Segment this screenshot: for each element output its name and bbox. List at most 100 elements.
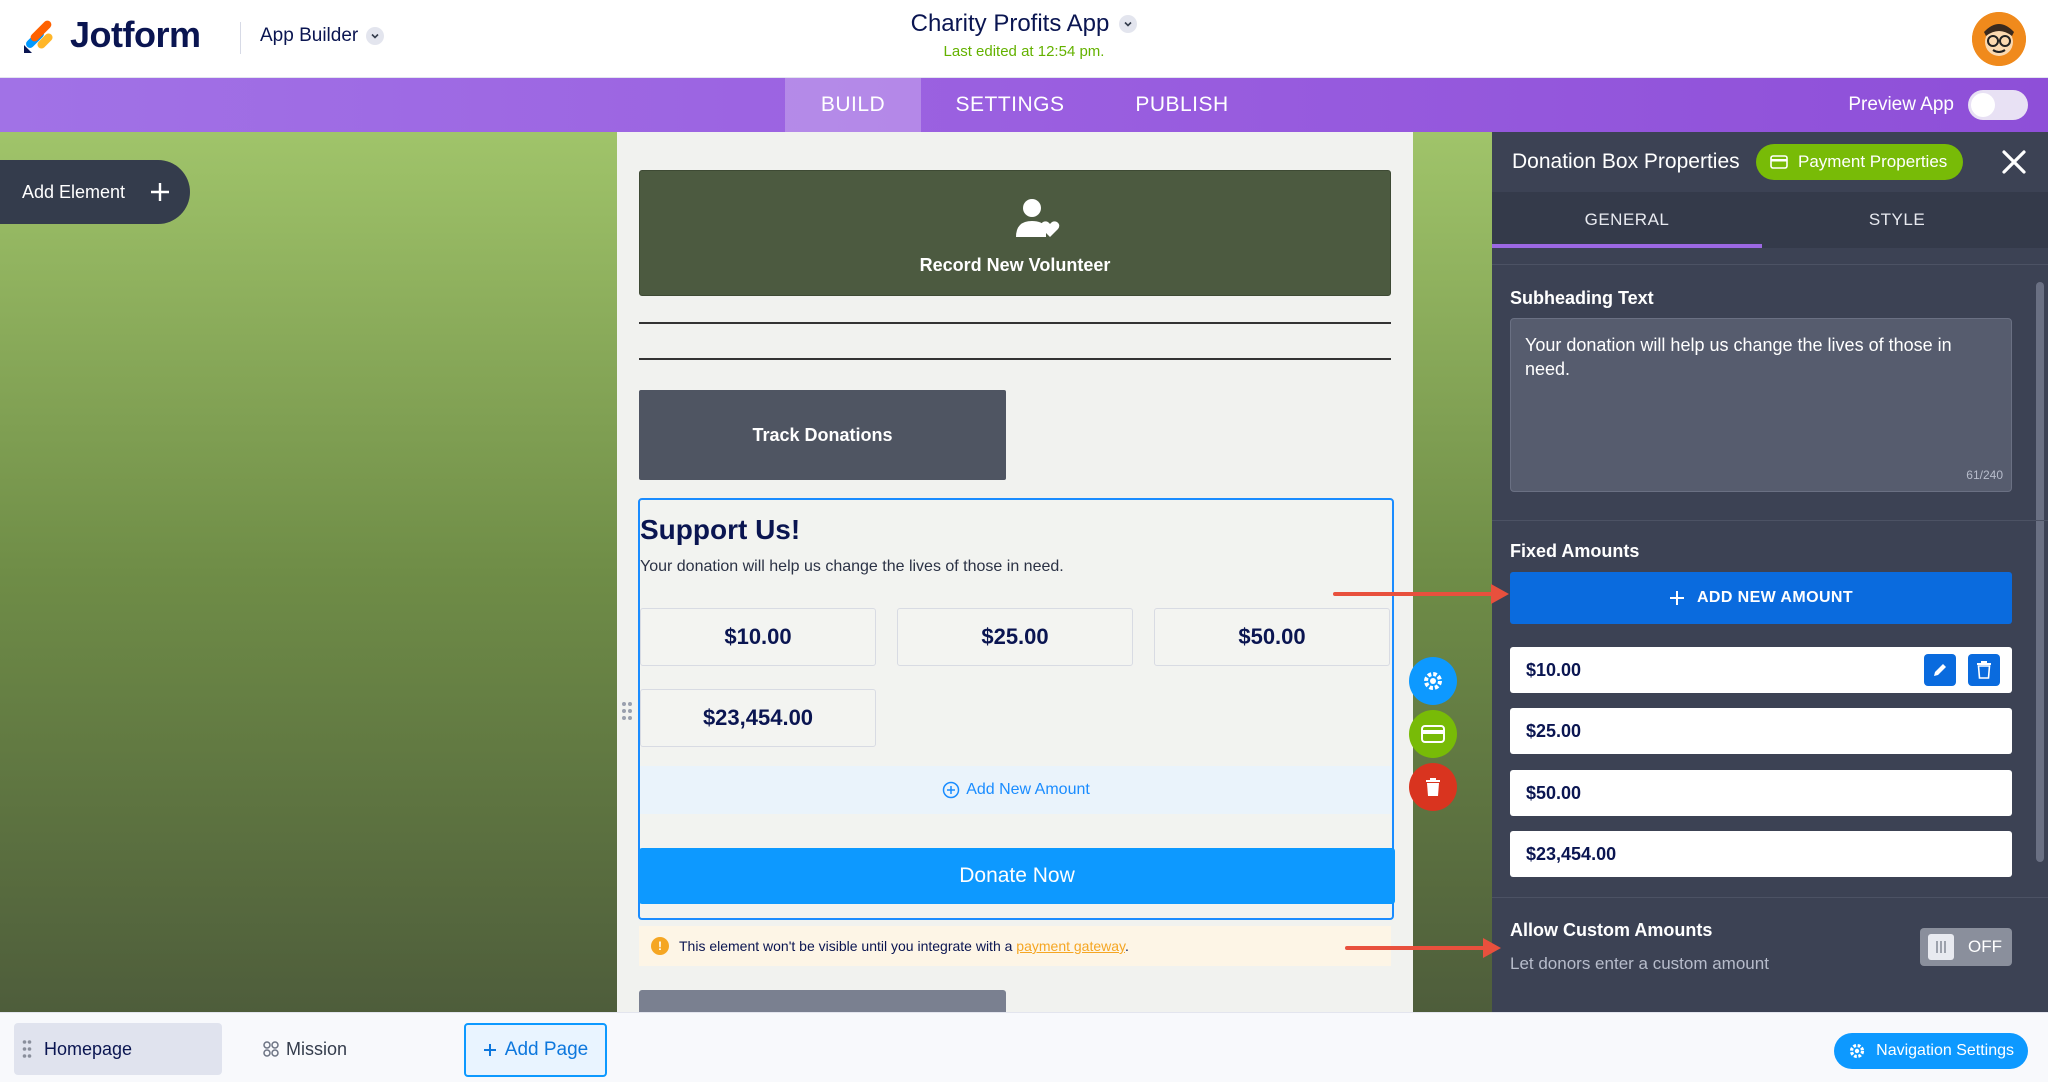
avatar[interactable] [1972, 12, 2026, 66]
add-new-amount-button[interactable]: ADD NEW AMOUNT [1510, 572, 2012, 624]
page-tab-label: Homepage [44, 1038, 133, 1059]
page-tab-homepage[interactable]: Homepage [14, 1023, 222, 1075]
panel-header: Donation Box Properties Payment Properti… [1492, 132, 2048, 192]
track-donations-button[interactable]: Track Donations [639, 390, 1006, 480]
amount-row[interactable]: $50.00 [1510, 770, 2012, 816]
close-icon[interactable] [1998, 146, 2030, 178]
drag-handle-icon [22, 1040, 32, 1058]
plus-icon [151, 183, 170, 201]
tab-build[interactable]: BUILD [785, 78, 921, 132]
divider [639, 358, 1391, 360]
tab-settings[interactable]: SETTINGS [940, 78, 1080, 132]
plus-icon [483, 1044, 496, 1056]
custom-amounts-toggle[interactable]: OFF [1920, 928, 2012, 966]
fixed-amounts-label: Fixed Amounts [1510, 541, 1640, 561]
panel-tabs: GENERAL STYLE [1492, 192, 2048, 248]
payment-properties-button[interactable] [1409, 710, 1457, 758]
record-volunteer-button[interactable]: Record New Volunteer [639, 170, 1391, 296]
app-preview-page: Record New Volunteer Track Donations Sup… [617, 132, 1413, 1012]
element-settings-button[interactable] [1409, 657, 1457, 705]
amount-row[interactable]: $25.00 [1510, 708, 2012, 754]
tab-general[interactable]: GENERAL [1492, 192, 1762, 248]
preview-app: Preview App [1848, 90, 2028, 120]
trash-icon [1426, 778, 1440, 796]
amount-option[interactable]: $50.00 [1154, 608, 1390, 666]
amount-value: $10.00 [1526, 659, 1582, 680]
chevron-down-icon [1119, 15, 1138, 33]
payment-properties-button[interactable]: Payment Properties [1756, 144, 1964, 180]
navigation-settings-button[interactable]: Navigation Settings [1834, 1033, 2028, 1069]
subheading-textarea[interactable]: Your donation will help us change the li… [1510, 318, 2012, 492]
page-tab-label: Mission [286, 1038, 348, 1059]
toggle-knob [1928, 934, 1954, 960]
annotation-arrow [1345, 938, 1501, 958]
add-new-amount-label: Add New Amount [966, 781, 1090, 798]
properties-panel: Donation Box Properties Payment Properti… [1492, 132, 2048, 1012]
char-counter: 61/240 [1966, 468, 2003, 482]
add-element-label: Add Element [22, 181, 126, 202]
donate-now-label: Donate Now [959, 864, 1075, 887]
mission-page-icon [263, 1041, 279, 1057]
add-new-amount-label: ADD NEW AMOUNT [1696, 589, 1854, 606]
payment-warning: ! This element won't be visible until yo… [639, 926, 1391, 966]
edit-amount-button[interactable] [1924, 654, 1956, 686]
warning-text-after: . [1125, 938, 1129, 954]
next-element-partial[interactable] [639, 990, 1006, 1012]
panel-title: Donation Box Properties [1512, 150, 1740, 173]
credit-card-icon [1421, 725, 1445, 743]
pages-bar: Homepage Mission Add Page Navigation Set… [0, 1012, 2048, 1082]
top-header: Jotform App Builder Charity Profits App … [0, 0, 2048, 78]
delete-element-button[interactable] [1409, 763, 1457, 811]
subheading-label: Subheading Text [1510, 288, 1654, 308]
amount-option[interactable]: $25.00 [897, 608, 1133, 666]
trash-icon [1977, 661, 1991, 679]
amount-value: $50.00 [1526, 782, 1582, 803]
amount-option[interactable]: $10.00 [640, 608, 876, 666]
payment-properties-label: Payment Properties [1798, 152, 1948, 171]
donation-subheading: Your donation will help us change the li… [640, 558, 1064, 575]
donation-box[interactable]: Support Us! Your donation will help us c… [638, 498, 1395, 920]
navigation-settings-label: Navigation Settings [1876, 1042, 2014, 1059]
plus-circle-icon [942, 781, 960, 799]
warning-icon: ! [651, 937, 669, 955]
tab-publish[interactable]: PUBLISH [1120, 78, 1244, 132]
plus-icon [1669, 591, 1684, 605]
subheading-value: Your donation will help us change the li… [1525, 335, 1952, 379]
pencil-icon [1934, 664, 1946, 676]
add-page-button[interactable]: Add Page [464, 1023, 607, 1077]
gear-icon [1424, 672, 1442, 690]
panel-scrollbar[interactable] [2036, 282, 2044, 862]
credit-card-icon [1770, 155, 1788, 169]
amount-row[interactable]: $23,454.00 [1510, 831, 2012, 877]
avatar-face-icon [1972, 12, 2026, 66]
amount-option[interactable]: $23,454.00 [640, 689, 876, 747]
app-title: Charity Profits App [910, 10, 1110, 37]
amount-value: $23,454.00 [1526, 843, 1617, 864]
track-donations-label: Track Donations [752, 424, 893, 445]
toggle-state: OFF [1968, 937, 2002, 956]
divider [1492, 264, 2048, 265]
amount-value: $25.00 [1526, 720, 1582, 741]
app-title-dropdown[interactable]: Charity Profits App [911, 10, 1138, 38]
payment-gateway-link[interactable]: payment gateway [1016, 938, 1125, 954]
warning-text-before: This element won't be visible until you … [679, 938, 1013, 954]
add-new-amount-link[interactable]: Add New Amount [640, 766, 1392, 814]
custom-amounts-description: Let donors enter a custom amount [1510, 954, 1769, 973]
divider [1492, 897, 2048, 898]
add-element-button[interactable]: Add Element [0, 160, 190, 224]
app-title-block: Charity Profits App Last edited at 12:54… [0, 10, 2048, 60]
delete-amount-button[interactable] [1968, 654, 2000, 686]
donate-now-button[interactable]: Donate Now [639, 848, 1395, 904]
drag-handle-icon[interactable] [620, 700, 634, 722]
record-volunteer-label: Record New Volunteer [919, 255, 1111, 275]
annotation-arrow [1333, 584, 1509, 604]
amount-row[interactable]: $10.00 [1510, 647, 2012, 693]
page-tab-mission[interactable]: Mission [262, 1023, 347, 1075]
preview-app-toggle[interactable] [1968, 90, 2028, 120]
user-heart-icon [1016, 199, 1060, 237]
divider [1492, 520, 2048, 521]
custom-amounts-label: Allow Custom Amounts [1510, 920, 1713, 940]
add-page-label: Add Page [504, 1039, 589, 1060]
preview-app-label: Preview App [1848, 94, 1954, 115]
tab-style[interactable]: STYLE [1762, 192, 2032, 248]
